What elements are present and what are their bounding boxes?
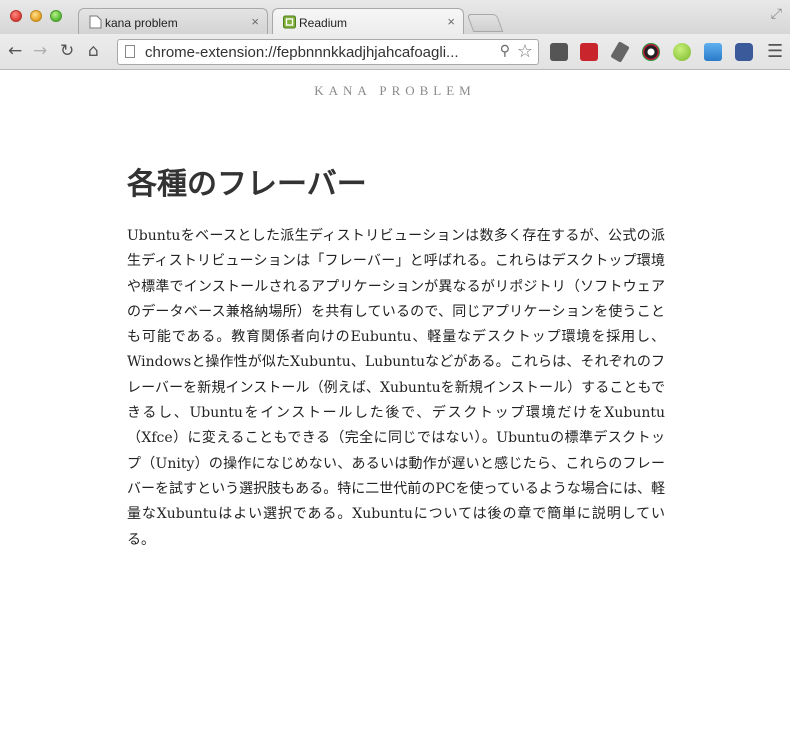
toolbar: ← → ↻ ⌂ chrome-extension://fepbnnnkkadjh… — [0, 34, 790, 70]
fullscreen-icon[interactable]: ⤢ — [771, 6, 782, 22]
forward-icon[interactable]: → — [33, 41, 47, 61]
color-wheel-icon[interactable] — [642, 43, 660, 61]
url-text[interactable]: chrome-extension://fepbnnnkkadjhjahcafoa… — [145, 44, 495, 61]
address-bar[interactable]: chrome-extension://fepbnnnkkadjhjahcafoa… — [117, 39, 539, 65]
red-extension-icon[interactable] — [580, 43, 598, 61]
new-tab-button[interactable] — [466, 14, 504, 32]
page-icon — [89, 15, 102, 29]
page-content: KANA PROBLEM 各種のフレーバー Ubuntuをベースとした派生ディス… — [0, 71, 790, 731]
extension-icon[interactable] — [550, 43, 568, 61]
pin-extension-icon[interactable] — [610, 41, 630, 63]
zoom-window-button[interactable] — [50, 10, 62, 22]
home-icon[interactable]: ⌂ — [88, 41, 99, 61]
tab-close-icon[interactable]: × — [447, 14, 455, 29]
reload-icon[interactable]: ↻ — [60, 41, 74, 61]
close-window-button[interactable] — [10, 10, 22, 22]
minimize-window-button[interactable] — [30, 10, 42, 22]
back-icon[interactable]: ← — [8, 41, 22, 61]
tab-strip: kana problem × Readium × ⤢ — [0, 0, 790, 36]
camera-icon[interactable] — [735, 43, 753, 61]
tab-readium[interactable]: Readium × — [272, 8, 464, 36]
readium-icon — [283, 15, 296, 29]
tab-close-icon[interactable]: × — [251, 14, 259, 29]
tab-title: kana problem — [105, 16, 178, 30]
green-circle-icon[interactable] — [673, 43, 691, 61]
page-icon — [125, 45, 135, 58]
picture-icon[interactable] — [704, 43, 722, 61]
site-title: KANA PROBLEM — [314, 83, 476, 98]
tab-kana-problem[interactable]: kana problem × — [78, 8, 268, 35]
page-heading: 各種のフレーバー — [127, 167, 367, 202]
body-paragraph: Ubuntuをベースとした派生ディストリビューションは数多く存在するが、公式の派… — [127, 228, 665, 548]
tab-title: Readium — [299, 16, 348, 30]
zoom-icon[interactable]: ⚲ — [500, 43, 510, 59]
bookmark-star-icon[interactable]: ☆ — [517, 41, 533, 62]
menu-icon[interactable]: ☰ — [767, 41, 783, 62]
